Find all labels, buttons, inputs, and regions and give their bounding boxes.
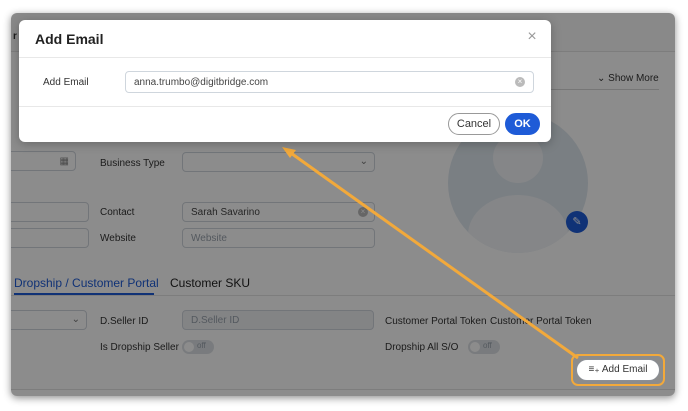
dialog-title: Add Email (35, 31, 104, 47)
add-email-dialog: Add Email × Add Email anna.trumbo@digitb… (19, 20, 551, 142)
ok-button[interactable]: OK (505, 113, 540, 135)
arrow-line (287, 149, 579, 360)
dialog-header-divider (19, 57, 551, 58)
dialog-footer-divider (19, 106, 551, 107)
email-field[interactable]: anna.trumbo@digitbridge.com × (125, 71, 534, 93)
email-field-value: anna.trumbo@digitbridge.com (134, 77, 269, 88)
close-icon[interactable]: × (525, 29, 539, 45)
cancel-button[interactable]: Cancel (448, 113, 500, 135)
add-email-field-label: Add Email (43, 77, 89, 88)
clear-icon[interactable]: × (515, 77, 525, 87)
